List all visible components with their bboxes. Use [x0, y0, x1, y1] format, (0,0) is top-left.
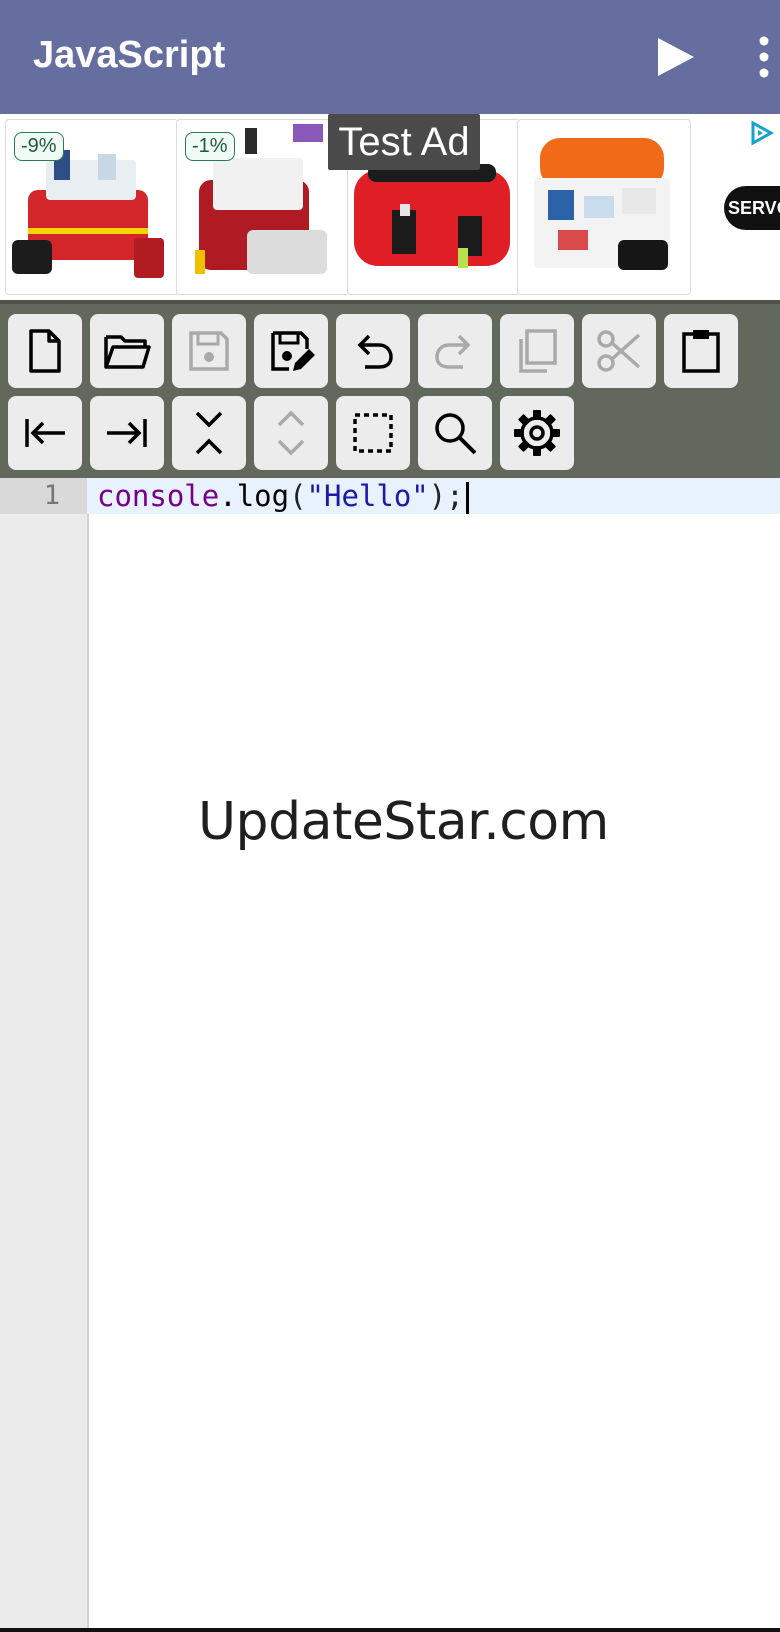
clipboard-icon — [682, 330, 720, 373]
folder-open-icon — [104, 335, 151, 369]
indent-button[interactable] — [90, 396, 164, 470]
play-icon[interactable] — [656, 36, 696, 78]
watermark-text: UpdateStar.com — [198, 792, 609, 852]
redo-button[interactable] — [418, 314, 492, 388]
undo-icon — [357, 334, 393, 369]
scissors-icon — [597, 330, 641, 372]
code-token-dot: . — [219, 479, 237, 513]
code-token-string: "Hello" — [306, 479, 429, 513]
product-image — [534, 138, 670, 270]
paste-button[interactable] — [664, 314, 738, 388]
outdent-button[interactable] — [8, 396, 82, 470]
code-editor[interactable]: 1 console.log("Hello"); — [0, 478, 780, 1632]
ad-product-card[interactable]: -9% — [5, 119, 179, 295]
code-token-paren-close: ); — [428, 479, 464, 513]
discount-badge: -9% — [14, 132, 64, 161]
copy-icon — [519, 329, 557, 373]
gear-icon — [514, 410, 560, 456]
file-icon — [29, 329, 61, 373]
text-cursor — [465, 482, 469, 514]
open-file-button[interactable] — [90, 314, 164, 388]
adchoices-icon[interactable] — [748, 120, 774, 146]
redo-icon — [435, 334, 471, 369]
ad-product-card[interactable] — [517, 119, 691, 295]
expand-button[interactable] — [254, 396, 328, 470]
editor-toolbar — [0, 300, 780, 482]
code-line[interactable]: console.log("Hello"); — [97, 478, 469, 514]
app-bar: JavaScript — [0, 0, 780, 114]
line-gutter — [0, 478, 89, 1632]
app-title: JavaScript — [33, 34, 226, 76]
save-icon — [189, 331, 229, 371]
undo-button[interactable] — [336, 314, 410, 388]
search-icon — [435, 413, 477, 455]
save-as-button[interactable] — [254, 314, 328, 388]
search-button[interactable] — [418, 396, 492, 470]
save-button[interactable] — [172, 314, 246, 388]
expand-icon — [277, 410, 305, 456]
more-vert-icon[interactable] — [752, 36, 776, 78]
code-token-paren-open: ( — [289, 479, 307, 513]
bottom-edge — [0, 1628, 780, 1632]
ad-brand-logo[interactable]: SERVOXY — [724, 186, 780, 230]
copy-button[interactable] — [500, 314, 574, 388]
select-all-button[interactable] — [336, 396, 410, 470]
collapse-icon — [195, 411, 223, 455]
test-ad-label: Test Ad — [328, 114, 480, 170]
line-number: 1 — [43, 480, 60, 511]
ad-product-card[interactable]: -1% — [176, 119, 350, 295]
settings-button[interactable] — [500, 396, 574, 470]
new-file-button[interactable] — [8, 314, 82, 388]
outdent-icon — [25, 419, 65, 447]
collapse-button[interactable] — [172, 396, 246, 470]
select-all-icon — [353, 413, 393, 453]
code-token-object: console — [97, 479, 220, 513]
cut-button[interactable] — [582, 314, 656, 388]
indent-icon — [107, 419, 147, 447]
save-as-icon — [271, 331, 315, 371]
code-token-method: log — [236, 479, 290, 513]
discount-badge: -1% — [185, 132, 235, 161]
